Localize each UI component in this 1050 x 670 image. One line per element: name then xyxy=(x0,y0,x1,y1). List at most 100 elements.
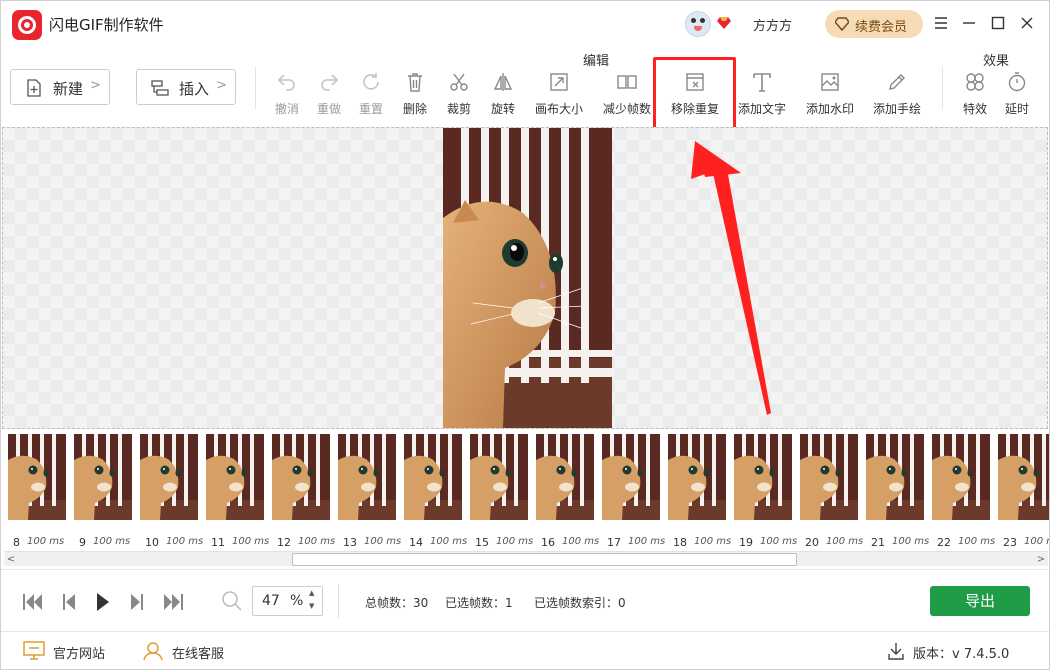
toolbar: 新建 > 插入 > 编辑 效果 撤消 重做 重置 删除 裁剪 旋转 画布大小 减… xyxy=(1,47,1049,130)
frame-image xyxy=(734,434,792,520)
frame-number: 8 xyxy=(13,536,20,549)
frame-thumbnail[interactable]: 23 100 ms xyxy=(998,434,1049,549)
frame-image xyxy=(74,434,132,520)
frame-thumbnail[interactable]: 13 100 ms xyxy=(338,434,401,549)
frame-thumbnail[interactable]: 22 100 ms xyxy=(932,434,995,549)
renew-vip-button[interactable]: 续费会员 xyxy=(825,10,923,38)
reduce-frames-button[interactable]: 减少帧数 xyxy=(599,71,655,117)
scroll-left-icon[interactable]: < xyxy=(4,552,18,567)
frame-thumbnail[interactable]: 10 100 ms xyxy=(140,434,203,549)
diamond-icon xyxy=(835,17,849,31)
chevron-right-icon: > xyxy=(216,78,227,93)
frames-icon xyxy=(617,75,637,89)
highlight-box xyxy=(653,57,736,130)
frame-duration: 100 ms xyxy=(166,536,204,547)
add-watermark-button[interactable]: 添加水印 xyxy=(802,71,858,117)
preview-canvas xyxy=(2,127,1048,429)
frame-number: 15 xyxy=(475,536,489,549)
frame-thumbnail[interactable]: 12 100 ms xyxy=(272,434,335,549)
canvas-size-button[interactable]: 画布大小 xyxy=(531,71,587,117)
zoom-input[interactable]: 47 % ▲ ▼ xyxy=(252,586,323,616)
frame-thumbnail[interactable]: 11 100 ms xyxy=(206,434,269,549)
horizontal-scrollbar[interactable]: < > xyxy=(4,551,1048,566)
scroll-thumb[interactable] xyxy=(292,553,797,566)
version-info: 版本：v 7.4.5.0 xyxy=(913,647,1010,662)
frame-duration: 100 ms xyxy=(496,536,534,547)
frame-thumbnail[interactable]: 20 100 ms xyxy=(800,434,863,549)
prev-icon xyxy=(63,594,75,610)
vip-gem-icon xyxy=(717,17,731,29)
frame-duration: 100 ms xyxy=(232,536,270,547)
frame-duration: 100 ms xyxy=(1024,536,1049,547)
app-title: 闪电GIF制作软件 xyxy=(49,16,164,34)
frame-thumbnail[interactable]: 15 100 ms xyxy=(470,434,533,549)
footer: 官方网站 在线客服 版本：v 7.4.5.0 xyxy=(1,631,1049,669)
frame-image xyxy=(866,434,924,520)
frame-duration: 100 ms xyxy=(826,536,864,547)
maximize-icon[interactable] xyxy=(988,13,1008,33)
frame-number: 18 xyxy=(673,536,687,549)
avatar[interactable] xyxy=(685,11,711,37)
frame-thumbnail[interactable]: 9 100 ms xyxy=(74,434,132,549)
frame-duration: 100 ms xyxy=(27,536,65,547)
undo-icon xyxy=(277,74,295,91)
frame-duration: 100 ms xyxy=(364,536,402,547)
user-icon xyxy=(143,642,163,661)
frame-number: 20 xyxy=(805,536,819,549)
frame-thumbnail[interactable]: 16 100 ms xyxy=(536,434,599,549)
toolbar-divider xyxy=(942,67,943,109)
username[interactable]: 方方方 xyxy=(753,15,792,34)
last-frame-button[interactable] xyxy=(161,590,185,614)
online-support-link[interactable]: 在线客服 xyxy=(142,641,242,662)
frame-thumbnail[interactable]: 18 100 ms xyxy=(668,434,731,549)
monitor-icon xyxy=(23,641,45,660)
frame-duration: 100 ms xyxy=(958,536,996,547)
frame-image xyxy=(536,434,594,520)
toolbar-divider xyxy=(255,67,256,109)
watermark-icon xyxy=(821,73,839,91)
zoom-down-icon[interactable]: ▼ xyxy=(309,602,314,610)
frame-image xyxy=(272,434,330,520)
frame-image xyxy=(668,434,726,520)
first-frame-button[interactable] xyxy=(21,590,45,614)
close-icon[interactable] xyxy=(1017,13,1037,33)
next-frame-button[interactable] xyxy=(125,590,149,614)
frame-thumbnail[interactable]: 21 100 ms xyxy=(866,434,929,549)
rotate-button[interactable]: 旋转 xyxy=(475,71,531,117)
skip-first-icon xyxy=(23,594,42,610)
app-logo-icon xyxy=(12,10,42,40)
minimize-icon[interactable] xyxy=(959,13,979,33)
new-button[interactable]: 新建 > xyxy=(10,69,110,105)
trash-icon xyxy=(408,73,422,92)
frame-thumbnail[interactable]: 19 100 ms xyxy=(734,434,797,549)
delay-button[interactable]: 延时 xyxy=(989,71,1045,117)
zoom-value[interactable]: 47 xyxy=(262,593,280,609)
prev-frame-button[interactable] xyxy=(57,590,81,614)
total-frames-stat: 总帧数：30 xyxy=(365,596,429,610)
scroll-right-icon[interactable]: > xyxy=(1034,552,1048,567)
add-text-button[interactable]: 添加文字 xyxy=(734,71,790,117)
insert-button[interactable]: 插入 > xyxy=(136,69,236,105)
official-site-link[interactable]: 官方网站 xyxy=(23,641,123,662)
menu-icon[interactable] xyxy=(931,13,951,33)
frame-number: 21 xyxy=(871,536,885,549)
play-button[interactable] xyxy=(91,590,115,614)
frame-thumbnail[interactable]: 17 100 ms xyxy=(602,434,665,549)
zoom-up-icon[interactable]: ▲ xyxy=(309,589,314,597)
frame-duration: 100 ms xyxy=(430,536,468,547)
redo-icon xyxy=(321,74,339,91)
frame-thumbnail[interactable]: 14 100 ms xyxy=(404,434,467,549)
resize-icon xyxy=(550,73,568,91)
download-icon[interactable] xyxy=(887,642,905,660)
selected-frames-stat: 已选帧数：1 xyxy=(445,596,513,610)
frame-duration: 100 ms xyxy=(93,536,131,547)
frame-image xyxy=(140,434,198,520)
play-icon xyxy=(97,593,109,611)
frame-image xyxy=(800,434,858,520)
add-drawing-button[interactable]: 添加手绘 xyxy=(869,71,925,117)
frame-number: 23 xyxy=(1003,536,1017,549)
frame-thumbnail[interactable]: 8 100 ms xyxy=(8,434,66,549)
frame-number: 22 xyxy=(937,536,951,549)
frame-number: 16 xyxy=(541,536,555,549)
export-button[interactable]: 导出 xyxy=(930,586,1030,616)
